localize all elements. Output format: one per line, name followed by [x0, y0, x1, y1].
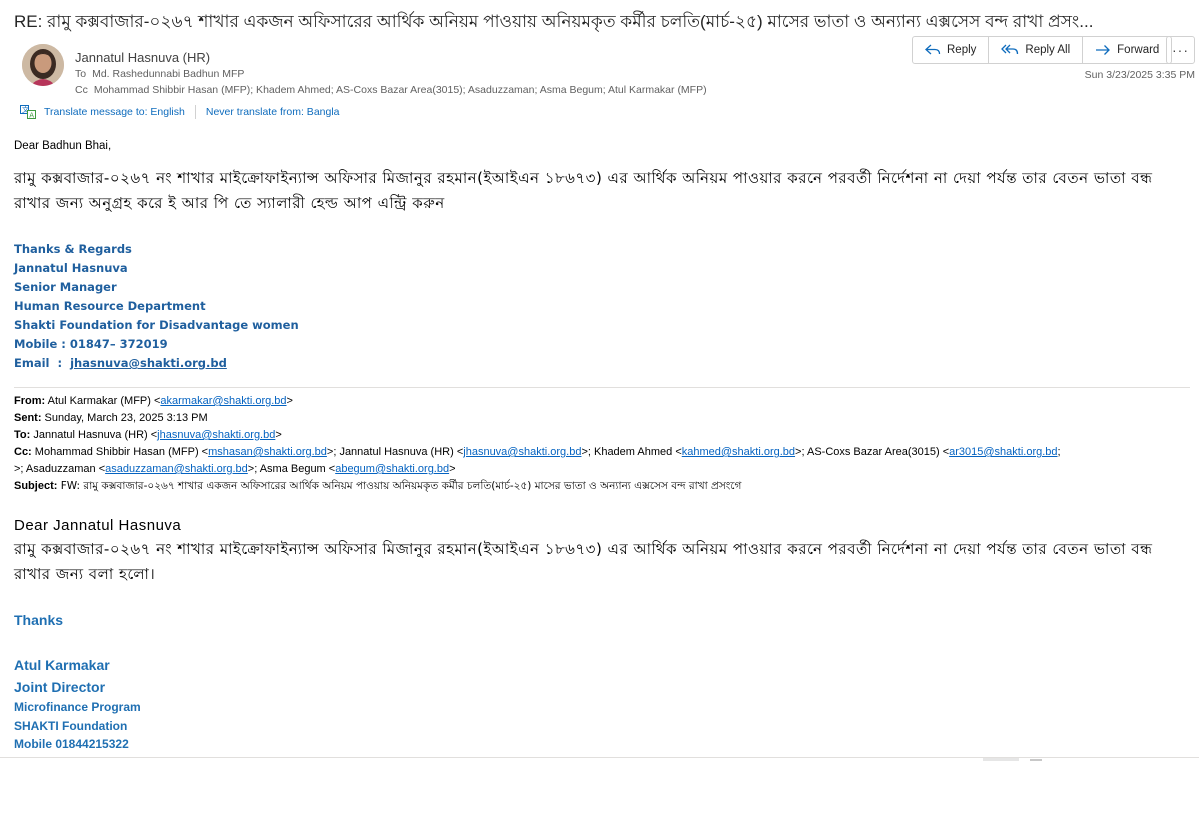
quoted-subject-label: Subject:	[14, 480, 58, 492]
quoted-from-line: From: Atul Karmakar (MFP) <akarmakar@sha…	[14, 395, 293, 407]
sender-avatar[interactable]	[22, 44, 64, 86]
quoted-cc-4-name: >; AS-Coxs Bazar Area(3015) <	[795, 446, 950, 458]
quoted-body-text: রামু কক্সবাজার-০২৬৭ নং শাখার মাইক্রোফাইন…	[14, 540, 1153, 583]
signature-email-label: Email :	[14, 356, 71, 370]
svg-text:A: A	[29, 111, 34, 119]
quoted-cc-3-name: >; Khadem Ahmed <	[581, 446, 682, 458]
email-subject: RE: রামু কক্সবাজার-০২৬৭ শাখার একজন অফিসা…	[14, 12, 1094, 31]
quoted-cc-6-name: >; Asma Begum <	[247, 463, 336, 475]
quoted-to-line: To: Jannatul Hasnuva (HR) <jhasnuva@shak…	[14, 429, 282, 441]
quoted-cc-6-email[interactable]: abegum@shakti.org.bd	[335, 463, 449, 475]
quoted-signature: Atul Karmakar Joint Director Microfinanc…	[14, 654, 141, 754]
quoted-to-label: To:	[14, 429, 31, 441]
translate-icon: 文 A	[20, 105, 36, 119]
quoted-from-label: From:	[14, 395, 46, 407]
forward-label: Forward	[1117, 44, 1160, 56]
to-label: To	[75, 68, 87, 80]
cc-recipients[interactable]: Mohammad Shibbir Hasan (MFP); Khadem Ahm…	[94, 84, 707, 96]
signature-email-link[interactable]: jhasnuva@shakti.org.bd	[70, 356, 227, 370]
reply-all-label: Reply All	[1025, 44, 1071, 56]
signature-department: Human Resource Department	[14, 299, 206, 313]
quoted-sent-value: Sunday, March 23, 2025 3:13 PM	[41, 412, 208, 424]
avatar-image	[22, 44, 64, 86]
quoted-signature-program: Microfinance Program	[14, 700, 141, 714]
quoted-subject-line: Subject: FW: রামু কক্সবাজার-০২৬৭ শাখার এ…	[14, 478, 1186, 495]
translate-message-link[interactable]: Translate message to: English	[44, 106, 185, 118]
signature-org: Shakti Foundation for Disadvantage women	[14, 318, 299, 332]
signature-title: Senior Manager	[14, 280, 117, 294]
forward-icon	[1096, 45, 1111, 55]
body-text: রামু কক্সবাজার-০২৬৭ নং শাখার মাইক্রোফাইন…	[14, 169, 1153, 212]
to-recipients[interactable]: Md. Rashedunnabi Badhun MFP	[92, 68, 244, 80]
signature-email-line: Email : jhasnuva@shakti.org.bd	[14, 354, 299, 373]
quoted-subject-value: FW: রামু কক্সবাজার-০২৬৭ শাখার একজন অফিসা…	[57, 480, 742, 492]
quoted-cc-1-email[interactable]: mshasan@shakti.org.bd	[208, 446, 327, 458]
quoted-cc-5-email[interactable]: asaduzzaman@shakti.org.bd	[105, 463, 248, 475]
more-actions-button[interactable]: ···	[1166, 36, 1195, 64]
message-body: Dear Badhun Bhai, রামু কক্সবাজার-০২৬৭ নং…	[14, 140, 1184, 216]
reply-icon	[925, 44, 941, 55]
signature-mobile: Mobile : 01847– 372019	[14, 337, 168, 351]
quoted-sent-line: Sent: Sunday, March 23, 2025 3:13 PM	[14, 410, 1186, 427]
quoted-cc-4-email[interactable]: ar3015@shakti.org.bd	[949, 446, 1057, 458]
quoted-cc-5-name: >; Asaduzzaman <	[14, 463, 106, 475]
quoted-header: From: Atul Karmakar (MFP) <akarmakar@sha…	[14, 393, 1186, 495]
reply-signature: Thanks & Regards Jannatul Hasnuva Senior…	[14, 240, 299, 373]
quoted-from-name: Atul Karmakar (MFP) <	[45, 395, 161, 407]
cc-line: Cc Mohammad Shibbir Hasan (MFP); Khadem A…	[75, 84, 707, 96]
horizontal-scrollbar-mark	[1030, 759, 1042, 761]
reply-all-icon	[1001, 44, 1019, 55]
quoted-cc-2-email[interactable]: jhasnuva@shakti.org.bd	[463, 446, 581, 458]
sender-name[interactable]: Jannatul Hasnuva (HR)	[75, 50, 210, 65]
quoted-thanks: Thanks	[14, 612, 64, 628]
reply-all-button[interactable]: Reply All	[989, 37, 1084, 63]
quoted-signature-title: Joint Director	[14, 679, 106, 695]
quoted-signature-mobile: Mobile 01844215322	[14, 737, 129, 751]
reply-label: Reply	[947, 44, 977, 56]
quoted-signature-name: Atul Karmakar	[14, 657, 110, 673]
quoted-divider	[14, 387, 1190, 388]
signature-name: Jannatul Hasnuva	[14, 261, 128, 275]
body-greeting: Dear Badhun Bhai,	[14, 140, 112, 152]
horizontal-scrollbar-thumb[interactable]	[983, 758, 1019, 761]
quoted-sent-label: Sent:	[14, 412, 42, 424]
signature-regards: Thanks & Regards	[14, 242, 132, 256]
message-action-bar: Reply Reply All Forward	[912, 36, 1173, 64]
cc-label: Cc	[75, 84, 88, 96]
quoted-cc-label: Cc:	[14, 446, 32, 458]
quoted-to-email[interactable]: jhasnuva@shakti.org.bd	[157, 429, 275, 441]
reading-pane-bottom-border	[0, 757, 1199, 758]
quoted-cc-2-name: >; Jannatul Hasnuva (HR) <	[326, 446, 464, 458]
quoted-cc-1-name: Mohammad Shibbir Hasan (MFP) <	[31, 446, 209, 458]
quoted-from-email[interactable]: akarmakar@shakti.org.bd	[160, 395, 286, 407]
never-translate-link[interactable]: Never translate from: Bangla	[206, 106, 340, 118]
quoted-cc-3-email[interactable]: kahmed@shakti.org.bd	[682, 446, 795, 458]
quoted-cc-line: Cc: Mohammad Shibbir Hasan (MFP) <mshasa…	[14, 446, 1061, 475]
forward-button[interactable]: Forward	[1083, 37, 1171, 63]
quoted-signature-org: SHAKTI Foundation	[14, 718, 128, 733]
quoted-to-name: Jannatul Hasnuva (HR) <	[30, 429, 158, 441]
message-timestamp: Sun 3/23/2025 3:35 PM	[1084, 69, 1195, 81]
quoted-greeting: Dear Jannatul Hasnuva	[14, 517, 182, 534]
to-line: To Md. Rashedunnabi Badhun MFP	[75, 68, 244, 80]
reply-button[interactable]: Reply	[913, 37, 990, 63]
translate-bar: 文 A Translate message to: English Never …	[20, 105, 340, 119]
translate-divider	[194, 105, 196, 119]
